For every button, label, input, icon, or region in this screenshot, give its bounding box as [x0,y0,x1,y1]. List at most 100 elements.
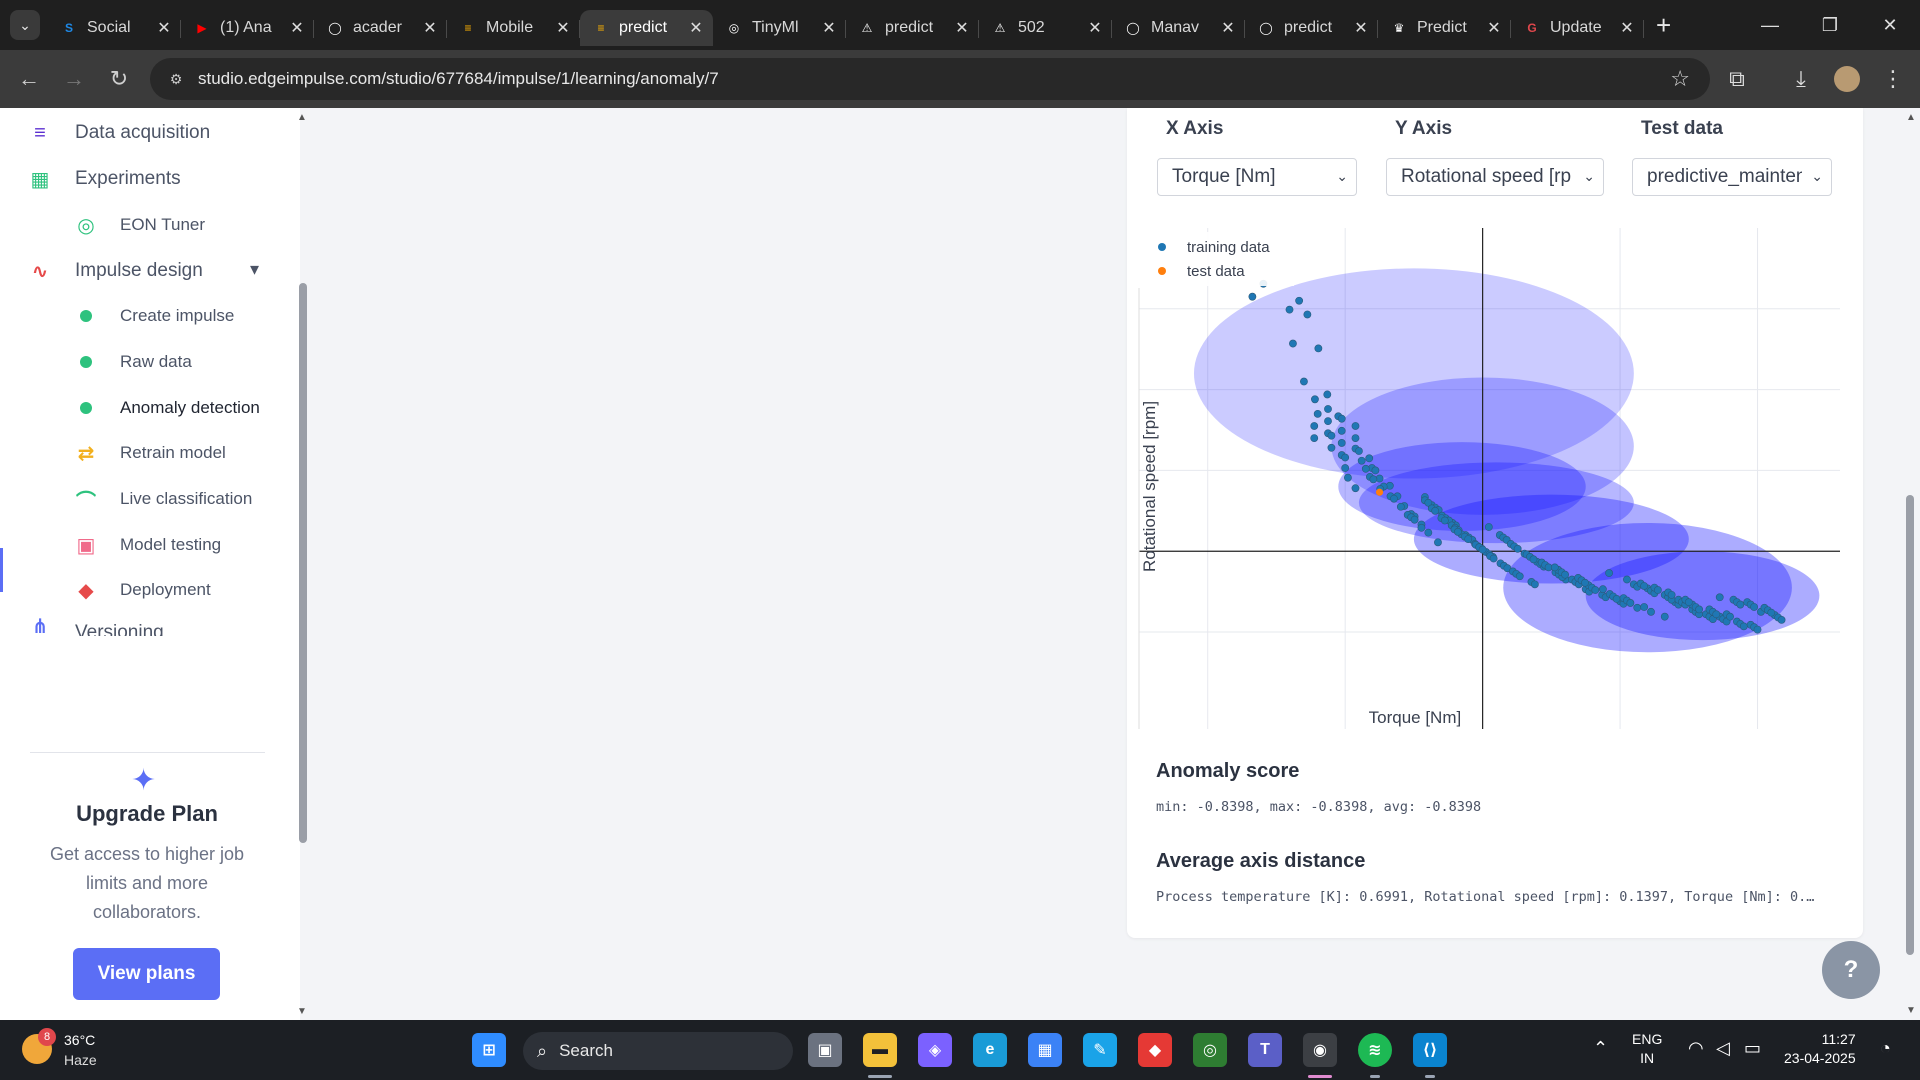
clock[interactable]: 11:27 23-04-2025 [1784,1030,1856,1068]
sidebar-item-anomaly-detection[interactable]: Anomaly detection [0,386,290,430]
close-tab-icon[interactable]: ✕ [288,18,306,38]
bookmark-star-icon[interactable]: ☆ [1670,66,1690,92]
taskbar-search[interactable]: ⌕ Search [523,1032,793,1070]
legend-label: training data [1187,239,1270,256]
close-tab-icon[interactable]: ✕ [155,18,173,38]
sidebar-item-live-classification[interactable]: ⌒ Live classification [0,477,290,521]
store-icon[interactable]: ▦ [1028,1033,1062,1067]
spotify-icon[interactable]: ≋ [1358,1033,1392,1067]
favicon-icon: ≡ [464,21,472,35]
sidebar-scroll-up-icon[interactable]: ▲ [297,112,307,123]
task-view-icon[interactable]: ▣ [808,1033,842,1067]
windows-start-icon[interactable]: ⊞ [472,1033,506,1067]
download-icon[interactable]: ⤓ [1782,60,1820,98]
x-axis-select[interactable]: Torque [Nm] ⌄ [1157,158,1357,196]
language-indicator[interactable]: ENG IN [1632,1030,1662,1068]
battery-icon[interactable]: ▭ [1744,1038,1761,1059]
view-plans-button[interactable]: View plans [73,948,220,1000]
tab-label: 502 [1018,19,1045,36]
new-tab-icon[interactable]: + [1656,10,1671,41]
minimize-icon[interactable]: — [1740,0,1800,50]
browser-tab[interactable]: ⚠ 502 ✕ [979,10,1112,46]
chrome-icon[interactable]: ◉ [1303,1033,1337,1067]
sidebar-item-model-testing[interactable]: ▣ Model testing [0,523,290,567]
browser-tab[interactable]: ♛ Predict ✕ [1378,10,1511,46]
profile-avatar[interactable] [1828,60,1866,98]
tab-label: Manav [1151,19,1200,36]
close-window-icon[interactable]: ✕ [1860,0,1920,50]
browser-tab[interactable]: ≡ predict ✕ [580,10,713,46]
training-data-point [1324,417,1332,426]
favicon-icon: ▶ [197,21,207,35]
sidebar-item-impulse-design[interactable]: ∿ Impulse design ▾ [0,249,290,293]
browser-tab[interactable]: S Social ✕ [48,10,181,46]
sidebar-scrollbar[interactable] [299,283,307,843]
page-scroll-up-icon[interactable]: ▲ [1906,112,1916,123]
pulse-icon: ∿ [31,260,49,283]
test-data-point [1375,488,1384,496]
sidebar-item-eon-tuner[interactable]: ◎ EON Tuner [0,203,290,247]
sidebar-item-deployment[interactable]: ◆ Deployment [0,568,290,612]
page-scroll-down-icon[interactable]: ▼ [1906,1005,1916,1016]
browser-tab[interactable]: G Update ✕ [1511,10,1644,46]
reload-icon[interactable]: ↻ [99,59,139,99]
browser-tab[interactable]: ◯ acader ✕ [314,10,447,46]
teams-icon[interactable]: T [1248,1033,1282,1067]
notification-icon[interactable]: ◔ [1880,1038,1891,1059]
sidebar-item-versioning[interactable]: ⋔ Versioning [0,614,290,637]
restore-icon[interactable]: ❐ [1800,0,1860,50]
sidebar-item-raw-data[interactable]: Raw data [0,340,290,384]
help-button[interactable]: ? [1822,941,1880,999]
sidebar-item-data-acquisition[interactable]: ≡ Data acquisition [0,111,290,155]
x-axis-select-value: Torque [Nm] [1172,166,1276,187]
copilot-icon[interactable]: ◈ [918,1033,952,1067]
app-icon[interactable]: ✎ [1083,1033,1117,1067]
y-axis-select[interactable]: Rotational speed [rpm] ⌄ [1386,158,1604,196]
sidebar-item-create-impulse[interactable]: Create impulse [0,294,290,338]
close-tab-icon[interactable]: ✕ [1352,18,1370,38]
browser-menu-icon[interactable]: ⋮ [1874,60,1912,98]
browser-tab[interactable]: ◯ Manav ✕ [1112,10,1245,46]
browser-tab[interactable]: ◯ predict ✕ [1245,10,1378,46]
training-data-point [1390,494,1398,503]
close-tab-icon[interactable]: ✕ [820,18,838,38]
test-data-select[interactable]: predictive_maintenance ⌄ [1632,158,1832,196]
sidebar-item-retrain-model[interactable]: ⇄ Retrain model [0,431,290,475]
close-tab-icon[interactable]: ✕ [554,18,572,38]
page-scrollbar[interactable] [1906,495,1914,955]
close-tab-icon[interactable]: ✕ [421,18,439,38]
caret-down-icon[interactable]: ▾ [250,259,259,280]
training-data-point [1310,434,1319,442]
edge-icon[interactable]: e [973,1033,1007,1067]
app-diamond-icon[interactable]: ◆ [1138,1033,1172,1067]
close-tab-icon[interactable]: ✕ [1618,18,1636,38]
browser-tab[interactable]: ▶ (1) Ana ✕ [181,10,314,46]
volume-icon[interactable]: ◁ [1716,1038,1730,1059]
browser-tab[interactable]: ◎ TinyMl ✕ [713,10,846,46]
weather-condition: Haze [64,1052,97,1068]
sidebar-scroll-down-icon[interactable]: ▼ [297,1006,307,1017]
back-icon[interactable]: ← [9,59,49,99]
close-tab-icon[interactable]: ✕ [1485,18,1503,38]
sidebar-item-experiments[interactable]: ▦ Experiments [0,157,290,201]
address-bar[interactable]: ⚙ studio.edgeimpulse.com/studio/677684/i… [150,58,1710,100]
site-info-icon[interactable]: ⚙ [166,69,186,89]
tab-search-icon[interactable]: ⌄ [10,10,40,40]
file-explorer-icon[interactable]: ▬ [863,1033,897,1067]
training-data-point [1653,586,1662,594]
close-tab-icon[interactable]: ✕ [953,18,971,38]
tray-overflow-icon[interactable]: ⌃ [1593,1038,1608,1059]
vscode-icon[interactable]: ⟨⟩ [1413,1033,1447,1067]
forward-icon[interactable]: → [54,59,94,99]
extensions-icon[interactable]: ⧉ [1718,60,1756,98]
language-label: ENG [1632,1031,1663,1047]
wifi-icon[interactable]: ◠ [1688,1038,1704,1059]
maps-icon[interactable]: ◎ [1193,1033,1227,1067]
browser-tab[interactable]: ≡ Mobile ✕ [447,10,580,46]
training-data-point [1767,608,1776,617]
browser-tab[interactable]: ⚠ predict ✕ [846,10,979,46]
close-tab-icon[interactable]: ✕ [687,18,705,38]
close-tab-icon[interactable]: ✕ [1219,18,1237,38]
close-tab-icon[interactable]: ✕ [1086,18,1104,38]
anomaly-scatter-chart[interactable]: training data test data Torque [Nm] Rotatio… [1137,226,1857,731]
